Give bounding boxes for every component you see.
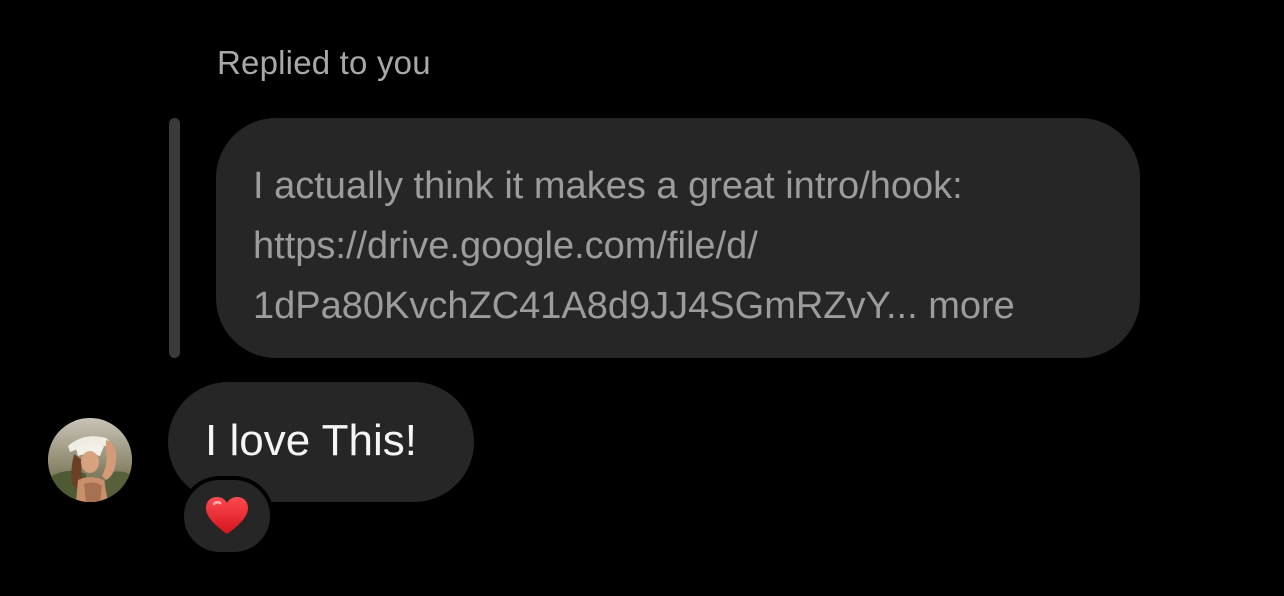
message-text: I love This! (205, 416, 417, 465)
more-link[interactable]: more (928, 285, 1015, 327)
quoted-line-2: https://drive.google.com/file/d/ (253, 225, 758, 267)
reply-context-label: Replied to you (217, 44, 431, 81)
reply-indicator-bar (169, 118, 180, 358)
reaction-badge[interactable] (180, 476, 274, 556)
red-heart-icon (206, 497, 248, 534)
quoted-message-bubble[interactable]: I actually think it makes a great intro/… (216, 118, 1140, 358)
sender-avatar[interactable] (48, 418, 132, 502)
dm-thread: Replied to you I actually think it makes… (0, 0, 1284, 596)
quoted-line-3-text: 1dPa80KvchZC41A8d9JJ4SGmRZvY... (253, 285, 918, 327)
quoted-line-1: I actually think it makes a great intro/… (253, 165, 963, 207)
quoted-line-3: 1dPa80KvchZC41A8d9JJ4SGmRZvY... more (253, 276, 1104, 336)
avatar-photo-icon (48, 418, 132, 502)
